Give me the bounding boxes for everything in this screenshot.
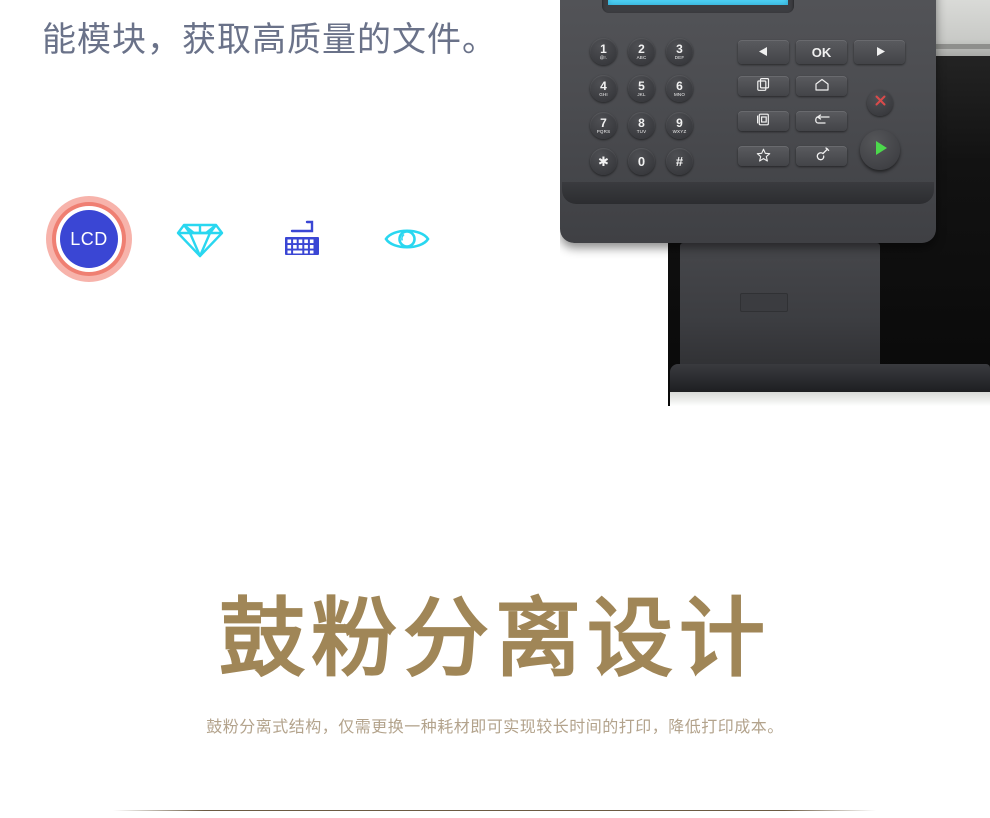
keypad-key-5[interactable]: 5 JKL (628, 75, 655, 102)
numeric-keypad: 1 @!. 2 ABC 3 DEF 4 GHI 5 JKL 6 MNO 7 PQRS 8 TUV… (590, 38, 710, 175)
back-arrow-icon (813, 113, 831, 129)
keypad-key-0[interactable]: 0 (628, 148, 655, 175)
scan-button[interactable] (738, 111, 789, 131)
keypad-key-6[interactable]: 6 MNO (666, 75, 693, 102)
printer-floor-shadow (670, 392, 990, 406)
copy-button[interactable] (738, 76, 789, 96)
keypad-key-4[interactable]: 4 GHI (590, 75, 617, 102)
keypad-key-2[interactable]: 2 ABC (628, 38, 655, 65)
back-button[interactable] (796, 111, 847, 131)
feature-item-keyboard (257, 198, 347, 280)
right-arrow-icon (873, 45, 887, 60)
keypad-key-hash[interactable]: # (666, 148, 693, 175)
feature-item-lcd: LCD (44, 196, 134, 282)
keypad-key-8[interactable]: 8 TUV (628, 112, 655, 139)
lcd-badge-label: LCD (60, 210, 118, 268)
lcd-display-screen[interactable]: < Status > Ready (608, 0, 788, 5)
play-triangle-icon (869, 137, 891, 164)
keyboard-icon (278, 217, 326, 261)
diamond-icon (176, 219, 224, 259)
lcd-display-bezel: < Status > Ready (602, 0, 794, 13)
keypad-key-1[interactable]: 1 @!. (590, 38, 617, 65)
control-panel-bottom-lip (562, 182, 934, 204)
eye-icon (383, 223, 431, 255)
keypad-key-7[interactable]: 7 PQRS (590, 112, 617, 139)
copy-icon (756, 77, 771, 95)
lcd-circle-icon: LCD (46, 196, 132, 282)
home-icon (814, 78, 830, 95)
settings-button[interactable] (796, 146, 847, 166)
page-title: 鼓粉分离设计 (219, 591, 771, 687)
printer-base-slot (740, 293, 788, 312)
ok-label: OK (811, 44, 832, 60)
feature-item-diamond (155, 198, 245, 280)
printer-control-panel: < Status > Ready 1@!. 2ABC 3DEF 4GHI 5JK… (560, 0, 936, 243)
wrench-icon (814, 147, 830, 165)
home-button[interactable] (796, 76, 847, 96)
intro-paragraph: 能模块，获取高质量的文件。 (42, 21, 497, 59)
scan-icon (756, 112, 771, 130)
keypad-key-star[interactable]: ✱ (590, 148, 617, 175)
favorites-button[interactable] (738, 146, 789, 166)
page-subtitle: 鼓粉分离式结构，仅需更换一种耗材即可实现较长时间的打印，降低打印成本。 (206, 719, 784, 736)
feature-icon-row: LCD (44, 196, 464, 282)
keypad-key-9[interactable]: 9 WXYZ (666, 112, 693, 139)
scanner-lid-edge (930, 44, 990, 49)
nav-left-button[interactable] (738, 40, 789, 64)
keypad-key-3[interactable]: 3 DEF (666, 38, 693, 65)
close-x-icon (873, 93, 888, 113)
nav-right-button[interactable] (854, 40, 905, 64)
start-button[interactable] (860, 130, 900, 170)
left-arrow-icon (757, 45, 771, 60)
star-icon (756, 148, 771, 165)
ok-button[interactable]: OK (796, 40, 847, 64)
section-divider (113, 810, 876, 811)
feature-item-eye (362, 198, 452, 280)
printer-product-photo: < Status > Ready 1@!. 2ABC 3DEF 4GHI 5JK… (560, 0, 990, 406)
cancel-button[interactable] (867, 90, 893, 116)
